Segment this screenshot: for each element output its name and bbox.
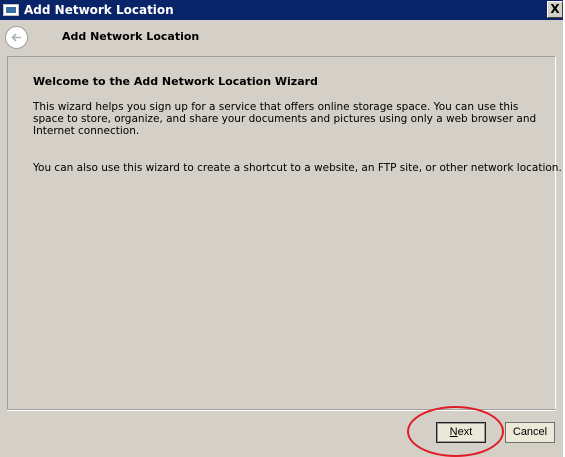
window-title: Add Network Location bbox=[24, 3, 174, 17]
back-arrow-icon bbox=[11, 33, 21, 42]
title-bar[interactable]: Add Network Location X bbox=[0, 0, 563, 20]
network-location-icon bbox=[3, 4, 19, 16]
wizard-title: Add Network Location bbox=[62, 30, 200, 43]
wizard-header: Add Network Location bbox=[0, 20, 563, 56]
wizard-window: Add Network Location X Add Network Locat… bbox=[0, 0, 563, 457]
close-button[interactable]: X bbox=[547, 1, 563, 18]
back-button[interactable] bbox=[5, 26, 28, 49]
next-label: Next bbox=[449, 426, 473, 438]
page-heading: Welcome to the Add Network Location Wiza… bbox=[33, 75, 318, 88]
next-button[interactable]: Next bbox=[436, 422, 486, 443]
footer-divider bbox=[7, 409, 556, 411]
shortcut-paragraph: You can also use this wizard to create a… bbox=[33, 162, 562, 174]
intro-paragraph: This wizard helps you sign up for a serv… bbox=[33, 101, 537, 137]
cancel-button[interactable]: Cancel bbox=[505, 422, 555, 443]
